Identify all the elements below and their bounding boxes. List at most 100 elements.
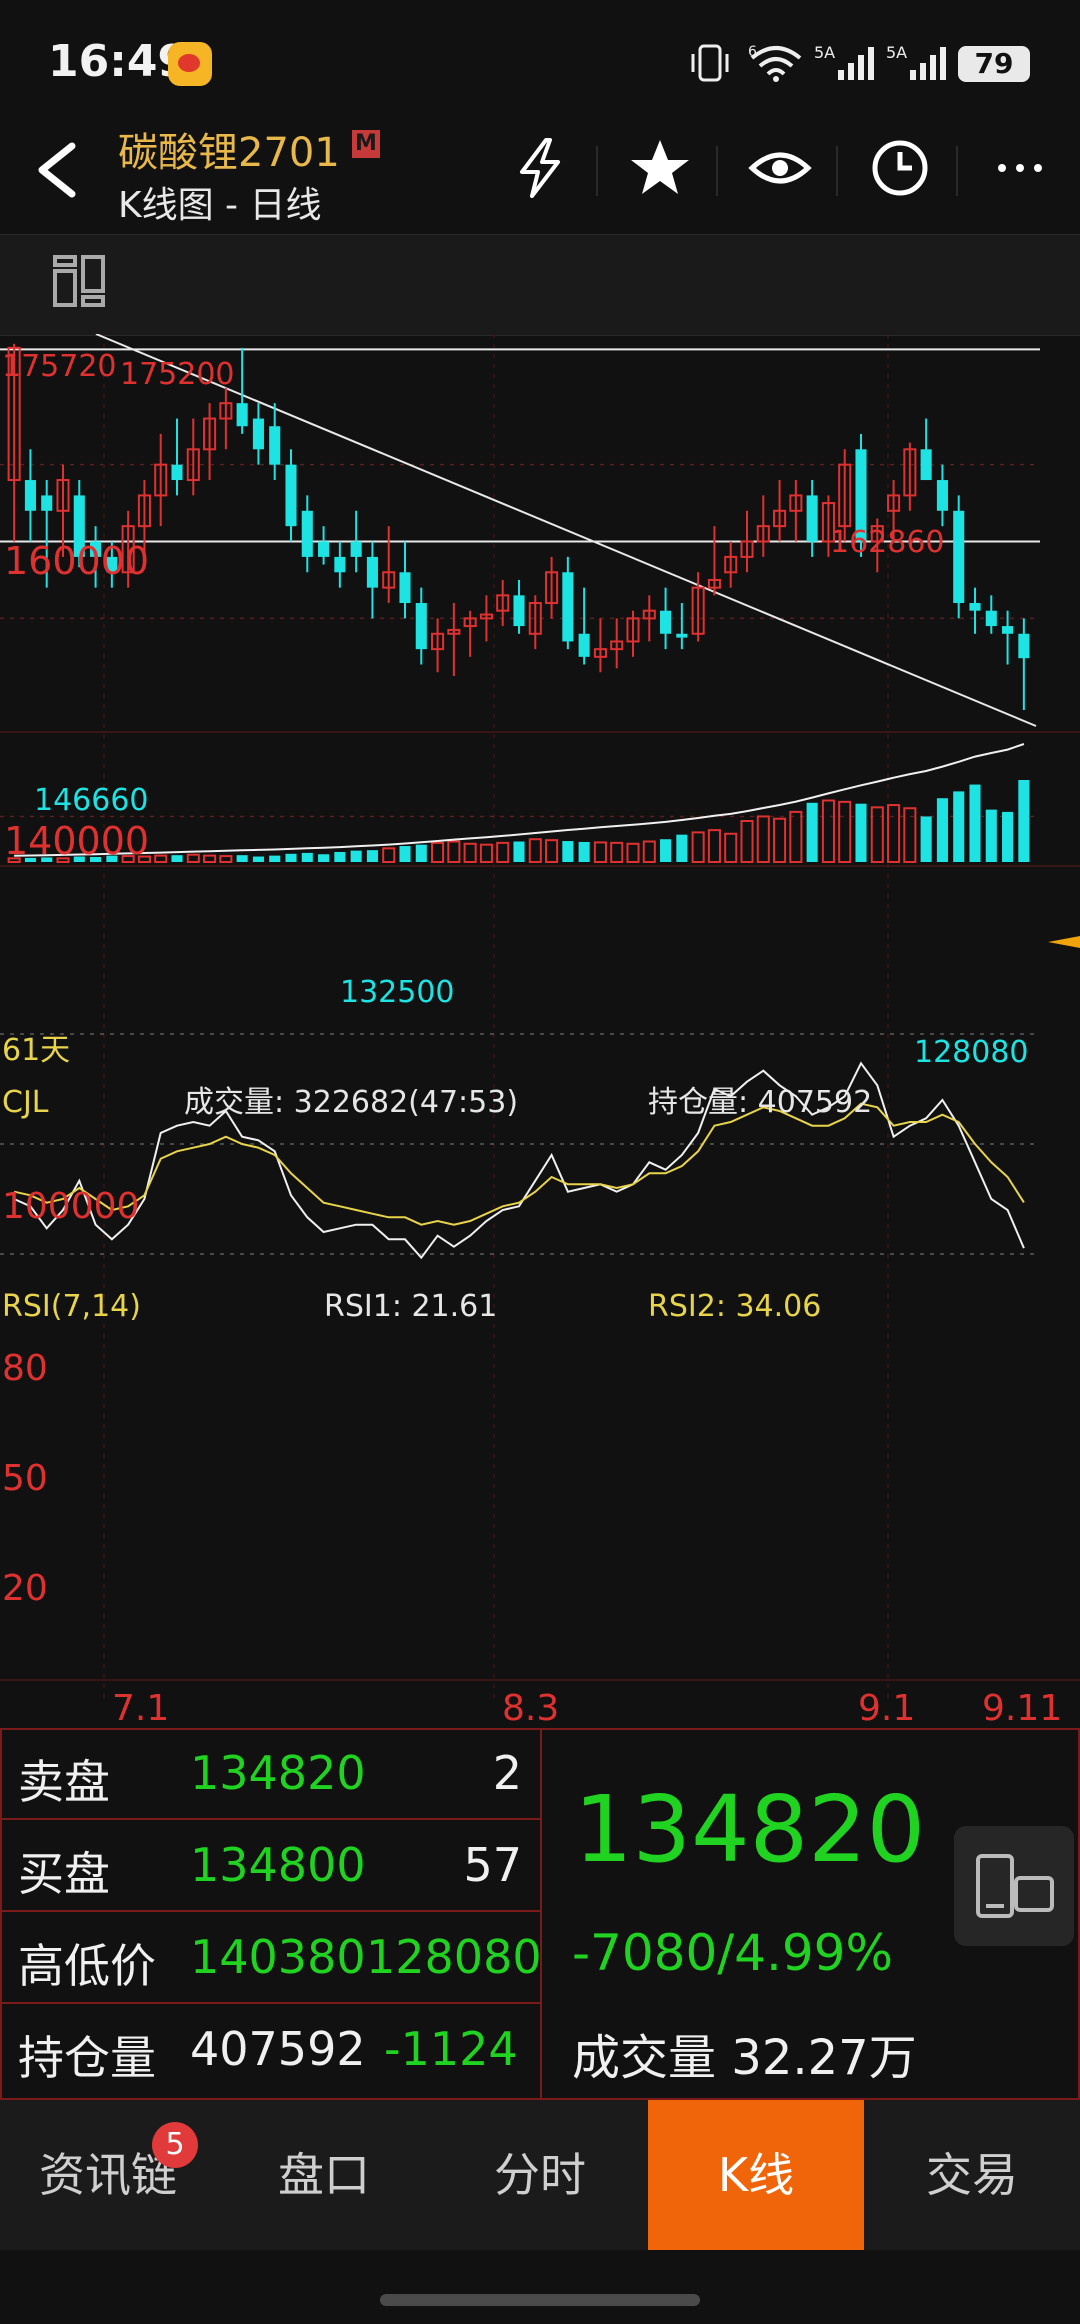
high-low-label: 高低价 xyxy=(18,1939,156,1993)
candle-body-down xyxy=(953,510,965,604)
tab-news-chain[interactable]: 资讯链 xyxy=(0,2100,216,2250)
candle-body-down xyxy=(936,480,948,511)
ask-price: 134820 xyxy=(190,1746,366,1800)
volume-bar-up xyxy=(463,842,477,863)
volume-bar-up xyxy=(496,841,510,864)
rsi-tick-80: 80 xyxy=(2,1348,48,1389)
volume-bar-down xyxy=(513,841,525,862)
volume-bar-down xyxy=(171,855,183,862)
volume-summary-label: 成交量 xyxy=(572,2030,717,2086)
volume-bar-down xyxy=(269,855,281,862)
tab-kline[interactable]: K线 xyxy=(648,2100,864,2250)
volume-bar-up xyxy=(838,800,852,864)
volume-bar-up xyxy=(626,842,640,863)
volume-summary-value: 32.27万 xyxy=(731,2030,917,2086)
volume-bar-down xyxy=(399,846,411,862)
watch-eye-icon[interactable] xyxy=(748,136,812,200)
volume-bar-down xyxy=(578,841,590,862)
volume-bar-up xyxy=(642,840,656,863)
tab-intraday[interactable]: 分时 xyxy=(432,2100,648,2250)
candle-body-down xyxy=(1018,633,1030,659)
volume-bar-up xyxy=(870,806,884,864)
chart-toolbar xyxy=(0,234,1080,336)
screen-switch-icon xyxy=(976,1854,1054,1918)
volume-bar-down xyxy=(350,850,362,862)
tab-trade[interactable]: 交易 xyxy=(864,2100,1080,2250)
back-arrow-icon[interactable] xyxy=(30,140,86,200)
candle-body-down xyxy=(969,603,981,611)
volume-bar-down xyxy=(936,798,948,862)
volume-bar-up xyxy=(593,841,607,863)
price-label-low3: 128080 xyxy=(914,1035,1029,1070)
svg-text:5A: 5A xyxy=(886,44,907,62)
lightning-icon[interactable] xyxy=(508,136,572,200)
candle-body-down xyxy=(171,464,183,481)
price-label-mid-high: 162860 xyxy=(830,525,945,560)
header-divider xyxy=(956,146,958,196)
ask-row: 卖盘 134820 2 xyxy=(0,1728,540,1820)
volume-bar-up xyxy=(219,855,233,863)
kline-chart[interactable]: 175720 175200 162860 146660 132500 12808… xyxy=(0,334,1080,1730)
high-price: 140380 xyxy=(190,1930,366,1984)
last-price: 134820 xyxy=(574,1776,926,1883)
open-interest-readout: 持仓量: 407592 xyxy=(648,1085,872,1120)
more-options-icon[interactable] xyxy=(988,136,1052,200)
volume-bar-up xyxy=(545,839,559,863)
x-label-8-3: 8.3 xyxy=(502,1688,559,1729)
wifi-icon: 6 xyxy=(748,44,802,82)
y-tick-160000: 160000 xyxy=(4,539,149,583)
volume-bar-down xyxy=(985,809,997,862)
chart-subtitle: K线图 - 日线 xyxy=(118,185,322,226)
home-indicator[interactable] xyxy=(380,2294,700,2306)
clock-icon[interactable] xyxy=(868,136,932,200)
candle-body-down xyxy=(285,464,297,527)
signal-icon-2: 5A xyxy=(886,44,946,80)
volume-readout: 成交量: 322682(47:53) xyxy=(184,1085,518,1120)
price-label-max: 175200 xyxy=(120,357,235,392)
low-price: 128080 xyxy=(366,1930,542,1984)
x-label-9-11: 9.11 xyxy=(982,1688,1062,1729)
price-label-max-left: 175720 xyxy=(2,349,117,384)
last-price-marker xyxy=(1048,936,1080,948)
volume-bar-down xyxy=(1002,811,1014,862)
candle-body-down xyxy=(399,572,411,604)
period-label: 61天 xyxy=(2,1033,70,1068)
tab-order-book[interactable]: 盘口 xyxy=(216,2100,432,2250)
volume-bar-down xyxy=(855,803,867,862)
header-divider xyxy=(716,146,718,196)
candle-body-down xyxy=(562,572,574,642)
volume-bar-up xyxy=(382,847,396,863)
open-interest-row: 持仓量 407592 -1124 xyxy=(0,2004,540,2096)
candle-body-down xyxy=(676,633,688,638)
volume-bar-up xyxy=(203,854,217,863)
volume-bar-down xyxy=(953,791,965,862)
volume-summary: 成交量 32.27万 xyxy=(572,2018,917,2088)
volume-bar-up xyxy=(691,831,705,863)
volume-bar-up xyxy=(479,843,493,864)
volume-bar-down xyxy=(415,844,427,862)
candle-body-down xyxy=(24,480,36,511)
high-low-row: 高低价 140380 128080 xyxy=(0,1912,542,2004)
signal-icon-1: 5A xyxy=(814,44,874,80)
vibrate-icon xyxy=(691,44,729,82)
candle-body-down xyxy=(350,541,362,557)
volume-bar-up xyxy=(610,841,624,864)
rsi-title: RSI(7,14) xyxy=(2,1289,141,1324)
screen-switch-button[interactable] xyxy=(954,1826,1074,1946)
candle-body-down xyxy=(41,495,53,511)
favorite-star-icon[interactable] xyxy=(628,136,692,200)
candle-body-down xyxy=(985,610,997,627)
candle-body-down xyxy=(236,403,248,427)
volume-bar-up xyxy=(707,829,721,864)
weibo-app-icon xyxy=(168,42,212,86)
bid-row: 买盘 134800 57 xyxy=(0,1820,540,1912)
volume-bar-down xyxy=(285,853,297,862)
volume-bar-up xyxy=(821,799,835,863)
candle-body-down xyxy=(301,510,313,557)
price-change: -7080/4.99% xyxy=(572,1924,893,1982)
volume-bar-down xyxy=(301,852,313,862)
layout-grid-icon[interactable] xyxy=(52,254,106,308)
news-badge: 5 xyxy=(152,2122,198,2168)
candle-body-down xyxy=(318,541,330,557)
x-label-7-1: 7.1 xyxy=(112,1688,169,1729)
